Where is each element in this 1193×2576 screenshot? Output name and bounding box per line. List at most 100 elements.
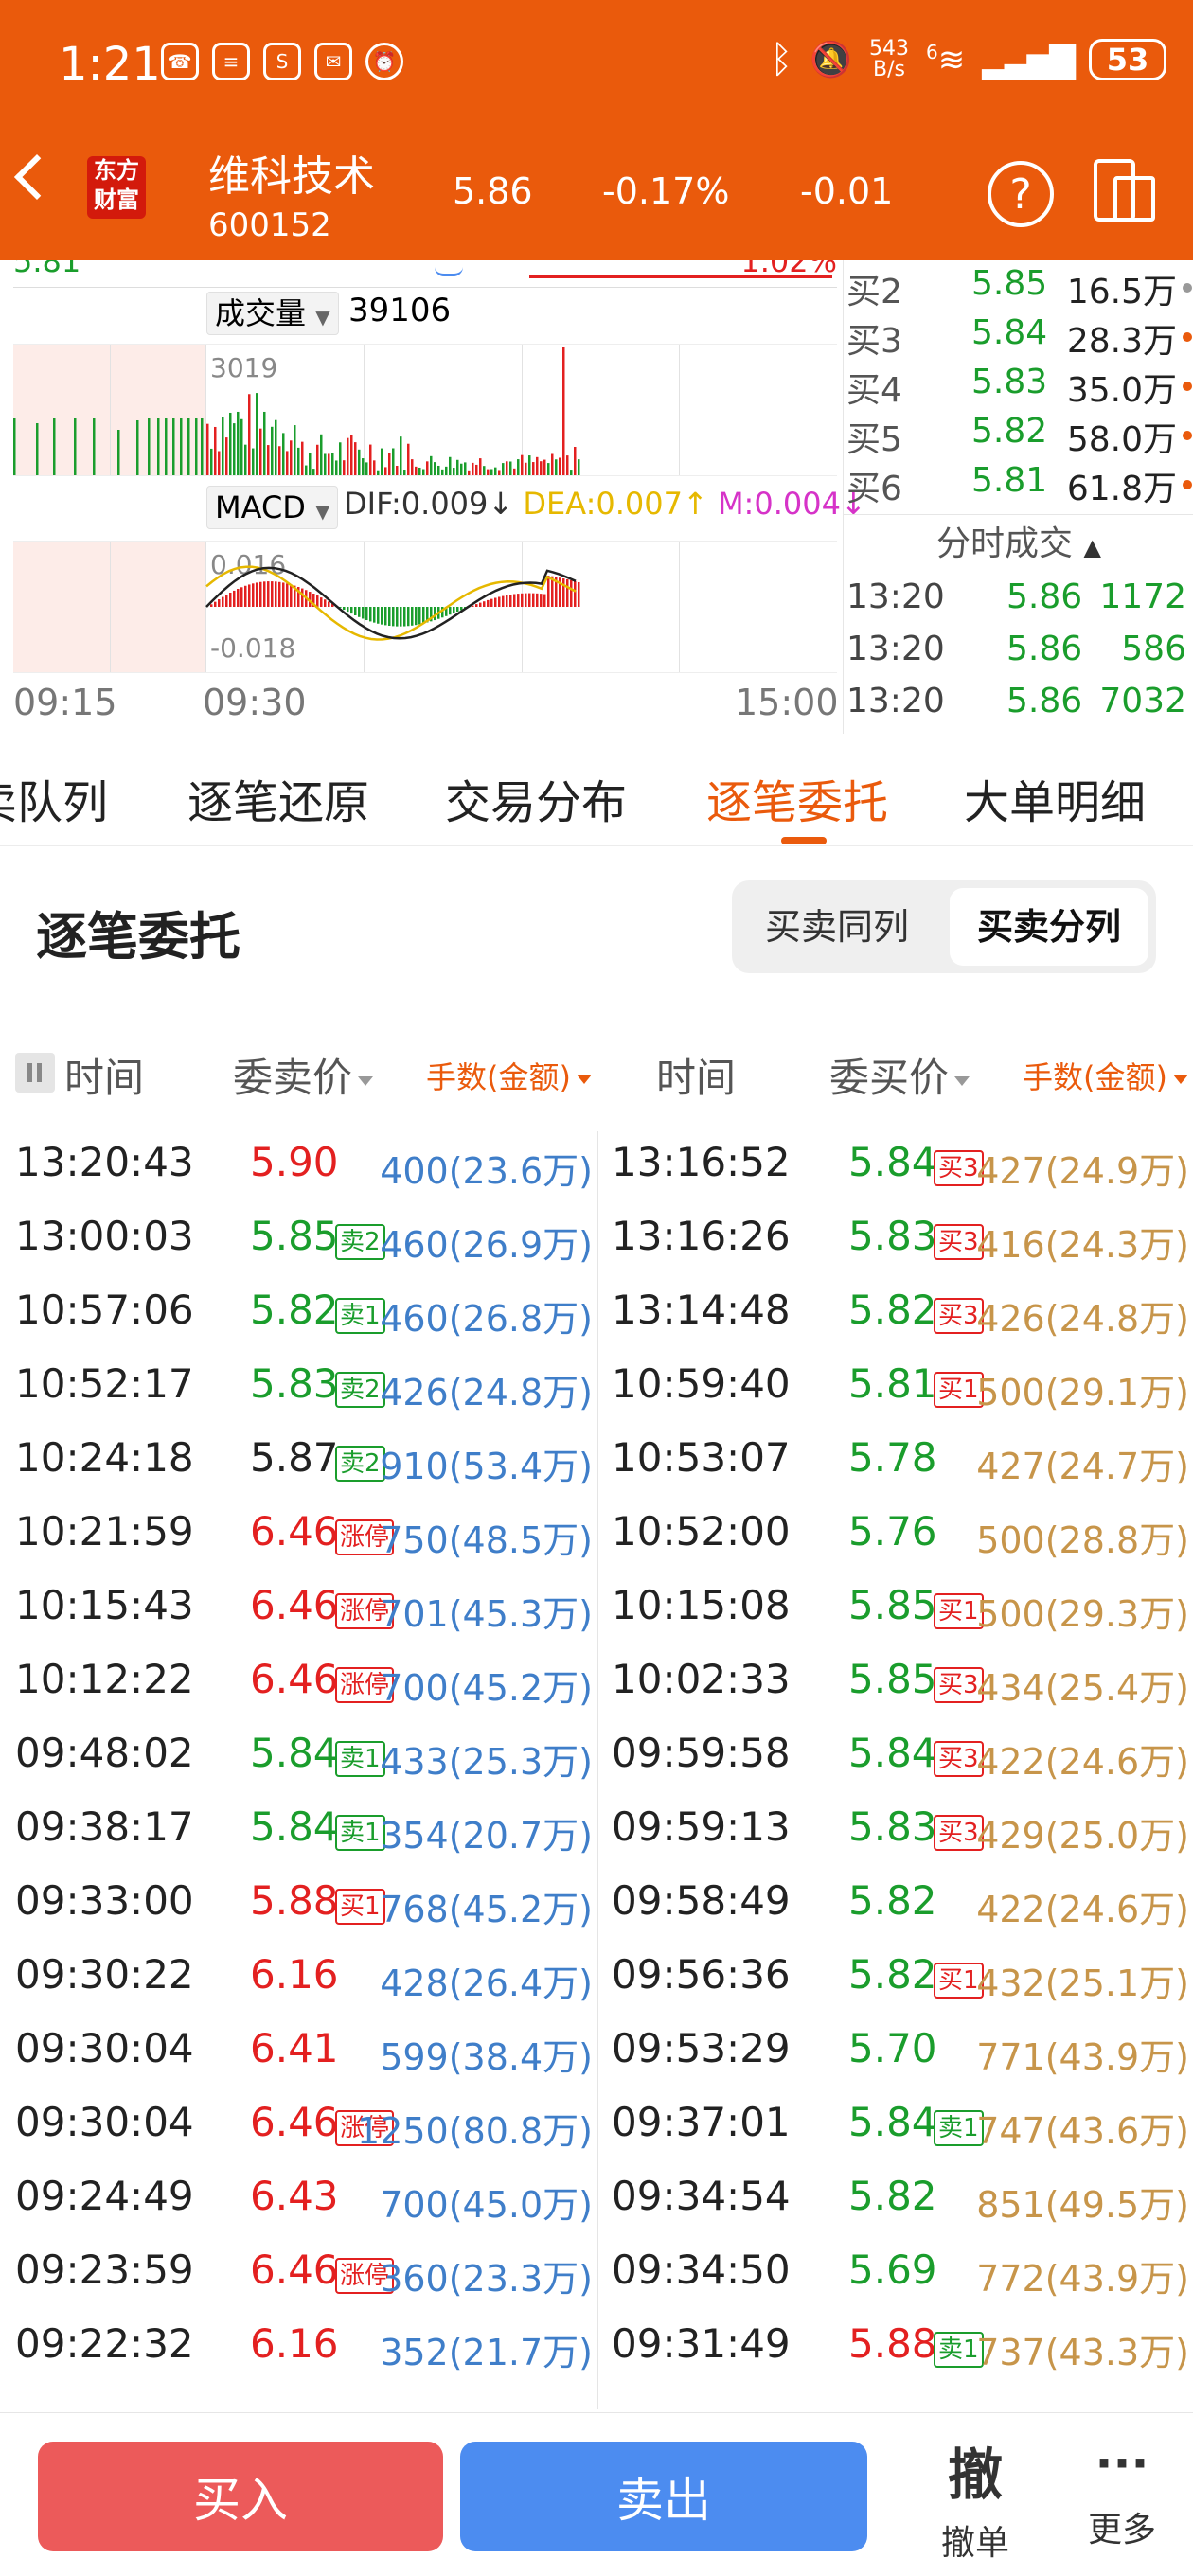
order-book-panel: 买2 5.85 16.5万 买3 5.84 28.3万 买4 5.83 35.0… — [843, 260, 1193, 734]
macd-selector[interactable]: MACD ▼ — [206, 486, 338, 529]
sell-time: 09:48:02 — [15, 1730, 194, 1776]
table-row[interactable]: 10:15:43 6.46涨停701(45.3万) 10:15:08 5.85买… — [0, 1574, 1193, 1648]
bid-level-row[interactable]: 买3 5.84 28.3万 — [844, 313, 1193, 363]
table-row[interactable]: 10:24:18 5.87卖2910(53.4万) 10:53:07 5.784… — [0, 1427, 1193, 1501]
volume-bar — [335, 460, 338, 475]
table-row[interactable]: 09:33:00 5.88买1768(45.2万) 09:58:49 5.824… — [0, 1870, 1193, 1944]
buy-price: 5.82 — [848, 2173, 937, 2219]
table-row[interactable]: 09:30:04 6.41599(38.4万) 09:53:29 5.70771… — [0, 2017, 1193, 2091]
col-sell-price[interactable]: 委卖价 — [233, 1046, 373, 1104]
sell-time: 10:57:06 — [15, 1287, 194, 1333]
sell-badge: 卖2 — [335, 1224, 385, 1260]
buy-amount: 416(24.3万) — [976, 1216, 1189, 1268]
macd-lines — [13, 542, 837, 672]
macd-bar — [403, 607, 406, 627]
macd-bar — [369, 607, 372, 621]
sell-price: 6.46 — [250, 2099, 339, 2145]
mode-split-column[interactable]: 买卖分列 — [950, 888, 1148, 966]
buy-time: 09:56:36 — [612, 1951, 791, 1998]
macd-bar — [434, 607, 436, 620]
col-buy-price[interactable]: 委买价 — [829, 1046, 970, 1104]
intraday-chart[interactable]: 5.81 1.02% 成交量 ▼ 39106 3019 MACD ▼ DIF:0… — [0, 260, 843, 734]
volume-bar — [316, 445, 319, 475]
sell-time: 09:33:00 — [15, 1877, 194, 1924]
macd-bar — [517, 594, 520, 607]
table-row[interactable]: 09:23:59 6.46涨停360(23.3万) 09:34:50 5.697… — [0, 2239, 1193, 2313]
volume-bar — [229, 413, 232, 475]
bid-level-row[interactable]: 买6 5.81 61.8万 — [844, 461, 1193, 510]
sort-up-icon: ▲ — [1084, 534, 1101, 560]
more-button[interactable]: ··· 更多 — [1079, 2430, 1165, 2551]
buy-time: 13:16:26 — [612, 1213, 791, 1259]
volume-bar — [278, 446, 281, 475]
macd-bar — [547, 576, 550, 607]
buy-time: 13:16:52 — [612, 1139, 791, 1185]
sell-time: 09:23:59 — [15, 2247, 194, 2293]
volume-bar — [426, 461, 429, 475]
table-row[interactable]: 10:52:17 5.83卖2426(24.8万) 10:59:40 5.81买… — [0, 1353, 1193, 1427]
volume-bar — [384, 467, 387, 475]
tab-sell-queue[interactable]: 卖队列 — [0, 765, 108, 831]
table-row[interactable]: 09:24:49 6.43700(45.0万) 09:34:54 5.82851… — [0, 2165, 1193, 2239]
bid-level-row[interactable]: 买4 5.83 35.0万 — [844, 363, 1193, 412]
tick-order-list[interactable]: 13:20:43 5.90400(23.6万) 13:16:52 5.84买34… — [0, 1131, 1193, 2409]
macd-bar — [509, 595, 512, 607]
buy-button[interactable]: 买入 — [38, 2442, 443, 2551]
macd-bar — [256, 582, 258, 607]
volume-bar — [343, 460, 346, 475]
tab-trade-distribution[interactable]: 交易分布 — [445, 765, 627, 831]
volume-bar — [256, 393, 258, 475]
sell-button[interactable]: 卖出 — [460, 2442, 867, 2551]
column-divider — [597, 1131, 598, 2409]
buy-amount: 500(29.3万) — [976, 1585, 1189, 1637]
volume-bar — [201, 418, 204, 475]
volume-bar — [528, 455, 531, 475]
fenshi-header[interactable]: 分时成交 ▲ — [844, 516, 1193, 565]
macd-bar — [418, 607, 421, 624]
cancel-order-button[interactable]: 撤 撤单 — [933, 2430, 1018, 2565]
mode-same-column[interactable]: 买卖同列 — [732, 880, 942, 973]
tab-big-orders[interactable]: 大单明细 — [964, 765, 1146, 831]
table-row[interactable]: 09:48:02 5.84卖1433(25.3万) 09:59:58 5.84买… — [0, 1722, 1193, 1796]
buy-price: 5.82 — [848, 1951, 937, 1998]
table-row[interactable]: 10:12:22 6.46涨停700(45.2万) 10:02:33 5.85买… — [0, 1648, 1193, 1722]
help-button[interactable]: ? — [988, 161, 1054, 227]
bid-level-row[interactable]: 买2 5.85 16.5万 — [844, 264, 1193, 313]
table-row[interactable]: 09:30:04 6.46涨停1250(80.8万) 09:37:01 5.84… — [0, 2091, 1193, 2165]
back-button[interactable] — [14, 154, 60, 200]
bid-level-row[interactable]: 买5 5.82 58.0万 — [844, 412, 1193, 461]
volume-bar — [407, 444, 410, 475]
stock-name[interactable]: 维科技术 — [208, 142, 375, 203]
col-amount-left[interactable]: 手数(金额) — [426, 1054, 592, 1097]
tab-tick-orders[interactable]: 逐笔委托 — [706, 765, 888, 831]
volume-selector[interactable]: 成交量 ▼ — [206, 292, 339, 335]
table-row[interactable]: 09:22:32 6.16352(21.7万) 09:31:49 5.88卖17… — [0, 2313, 1193, 2387]
table-row[interactable]: 13:20:43 5.90400(23.6万) 13:16:52 5.84买34… — [0, 1131, 1193, 1205]
pause-icon[interactable] — [15, 1053, 55, 1093]
bid-level-label: 买3 — [846, 313, 902, 363]
macd-bar — [570, 580, 573, 607]
sell-time: 09:24:49 — [15, 2173, 194, 2219]
bid-level-price: 5.85 — [971, 264, 1047, 303]
volume-bar — [536, 457, 539, 475]
sell-price: 6.16 — [250, 1951, 339, 1998]
macd-bar — [210, 604, 213, 607]
volume-bar — [490, 470, 493, 475]
table-row[interactable]: 10:21:59 6.46涨停750(48.5万) 10:52:00 5.765… — [0, 1501, 1193, 1574]
table-row[interactable]: 10:57:06 5.82卖1460(26.8万) 13:14:48 5.82买… — [0, 1279, 1193, 1353]
volume-bar — [369, 445, 372, 475]
col-amount-right[interactable]: 手数(金额) — [1023, 1054, 1188, 1097]
net-speed: 543 B/s — [869, 39, 909, 80]
macd-bar — [574, 581, 577, 607]
volume-bar — [400, 436, 402, 475]
table-row[interactable]: 09:30:22 6.16428(26.4万) 09:56:36 5.82买14… — [0, 1944, 1193, 2017]
tab-tick-restore[interactable]: 逐笔还原 — [187, 765, 369, 831]
macd-bar — [415, 607, 418, 625]
table-row[interactable]: 13:00:03 5.85卖2460(26.9万) 13:16:26 5.83买… — [0, 1205, 1193, 1279]
volume-bar — [13, 418, 16, 475]
macd-bar — [240, 587, 243, 607]
table-row[interactable]: 09:38:17 5.84卖1354(20.7万) 09:59:13 5.83买… — [0, 1796, 1193, 1870]
volume-bar — [468, 471, 471, 475]
time-end-label: 15:00 — [735, 682, 839, 723]
sell-price: 5.84 — [250, 1730, 339, 1776]
